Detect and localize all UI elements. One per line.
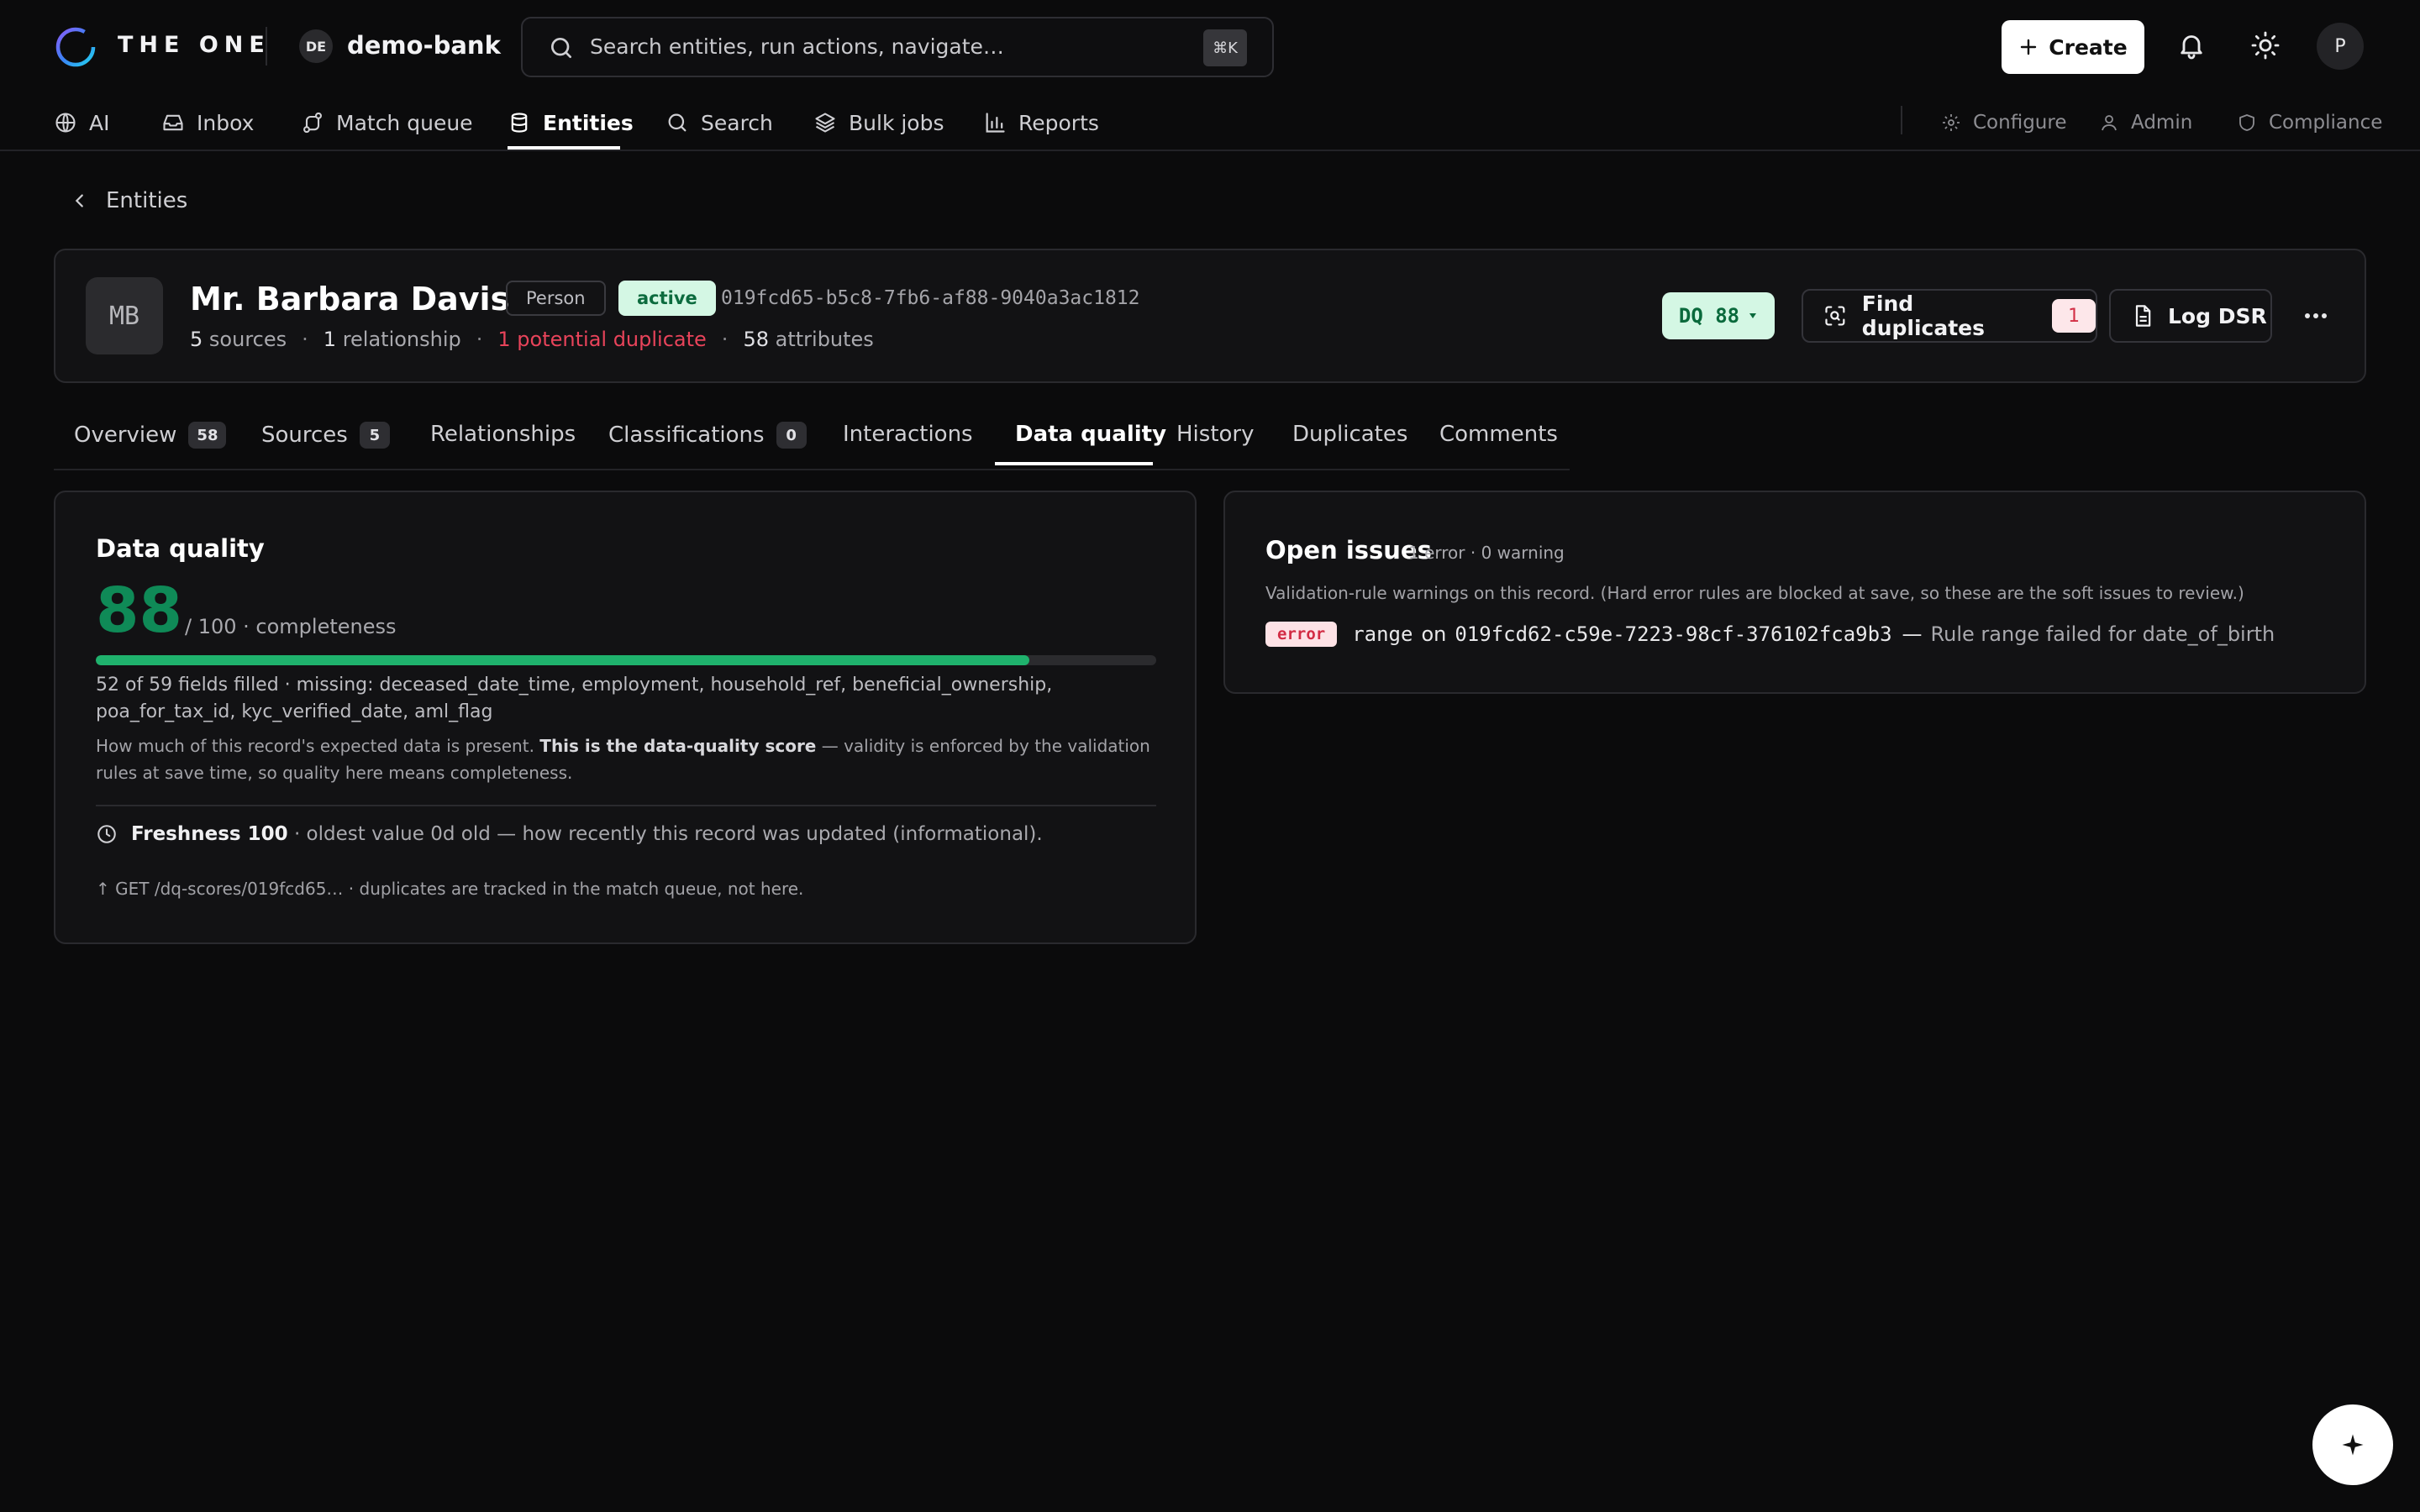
top-bar: THE ONE DE demo-bank Search entities, ru… (0, 0, 2420, 92)
nav-item-inbox[interactable]: Inbox (161, 106, 254, 139)
tab-duplicates[interactable]: Duplicates (1292, 422, 1407, 447)
entity-type-badge: Person (506, 281, 606, 316)
sparkle-icon (2342, 1434, 2364, 1456)
more-options-icon[interactable] (2304, 312, 2328, 319)
chevron-left-icon (75, 194, 83, 207)
divider (1901, 106, 1902, 134)
dq-description: How much of this record's expected data … (96, 736, 1150, 783)
entity-header-card: MB Mr. Barbara Davis Person active 019fc… (54, 249, 2366, 383)
nav-item-bulk-jobs[interactable]: Bulk jobs (813, 106, 944, 139)
rule-name: range (1352, 622, 1413, 646)
completeness-progress-bar (96, 655, 1156, 665)
card-title: Data quality (96, 534, 265, 563)
divider (266, 27, 267, 66)
entity-tabs: Overview 58 Sources 5 Relationships Classi… (54, 408, 1570, 470)
nav-active-indicator (508, 146, 620, 150)
tab-comments[interactable]: Comments (1439, 422, 1558, 447)
duplicate-count-badge: 1 (2052, 299, 2096, 333)
user-avatar[interactable]: P (2317, 23, 2364, 70)
global-search[interactable]: Search entities, run actions, navigate… … (521, 17, 1274, 77)
assistant-fab[interactable] (2312, 1404, 2393, 1485)
nav-item-ai[interactable]: AI (54, 106, 109, 139)
inbox-icon (163, 114, 183, 131)
potential-duplicate-link[interactable]: 1 potential duplicate (497, 328, 706, 351)
severity-badge: error (1265, 622, 1338, 647)
nav-item-reports[interactable]: Reports (983, 106, 1099, 139)
tab-classifications[interactable]: Classifications 0 (608, 422, 807, 449)
create-label: Create (2049, 34, 2128, 60)
tab-interactions[interactable]: Interactions (843, 422, 973, 447)
gear-icon (1943, 114, 1960, 131)
nav-item-configure[interactable]: Configure (1941, 106, 2066, 139)
completeness-progress-fill (96, 655, 1029, 665)
nav-item-admin[interactable]: Admin (2099, 106, 2192, 139)
sun-icon[interactable] (2250, 30, 2281, 60)
plus-icon (2021, 39, 2037, 55)
entity-name: Mr. Barbara Davis (190, 281, 510, 318)
open-issues-card: Open issues 1 error · 0 warning Validati… (1223, 491, 2366, 694)
search-input[interactable]: Search entities, run actions, navigate… (590, 34, 1004, 59)
dq-score-suffix: / 100 · completeness (185, 615, 397, 638)
entity-meta: 5 sources · 1 relationship · 1 potential… (190, 328, 874, 351)
search-icon (548, 34, 575, 61)
create-button[interactable]: Create (2002, 20, 2144, 74)
status-badge: active (618, 281, 716, 316)
tab-overview[interactable]: Overview 58 (74, 422, 227, 449)
shield-icon (2239, 114, 2254, 131)
data-quality-card: Data quality 88 / 100 · completeness 52 … (54, 491, 1197, 944)
card-title: Open issues (1265, 536, 1432, 564)
freshness-row: Freshness 100 · oldest value 0d old — ho… (96, 823, 1043, 845)
entity-id[interactable]: 019fcd65-b5c8-7fb6-af88-9040a3ac1812 (721, 287, 1140, 309)
search-icon (668, 113, 687, 132)
nav-item-match-queue[interactable]: Match queue (301, 106, 473, 139)
bar-chart-icon (986, 113, 1005, 133)
route-icon (303, 112, 322, 134)
log-dsr-button[interactable]: Log DSR (2109, 289, 2272, 343)
nav-item-search[interactable]: Search (666, 106, 773, 139)
workspace-badge[interactable]: DE (299, 29, 333, 63)
user-icon (2102, 115, 2117, 131)
logo-icon[interactable] (54, 25, 97, 69)
scan-search-icon (1825, 306, 1845, 326)
issue-count: 1 error · 0 warning (1408, 543, 1565, 563)
api-endpoint-note: ↑ GET /dq-scores/019fcd65… · duplicates … (96, 879, 804, 899)
brand-name: THE ONE (118, 32, 271, 58)
dq-score-value: 88 (96, 575, 182, 647)
issue-row[interactable]: error range on 019fcd62-c59e-7223-98cf-3… (1265, 622, 2275, 647)
layers-icon (815, 113, 835, 133)
database-icon (511, 113, 528, 133)
tab-sources[interactable]: Sources 5 (261, 422, 390, 449)
find-duplicates-button[interactable]: Find duplicates 1 (1802, 289, 2097, 343)
nav-item-entities[interactable]: Entities (508, 106, 634, 139)
caret-down-icon (1749, 313, 1757, 318)
dq-score-dropdown[interactable]: DQ 88 (1662, 292, 1775, 339)
clock-icon (97, 825, 116, 843)
issues-description: Validation-rule warnings on this record.… (1265, 583, 2244, 603)
tab-relationships[interactable]: Relationships (430, 422, 576, 447)
issue-target-id[interactable]: 019fcd62-c59e-7223-98cf-376102fca9b3 (1455, 622, 1891, 646)
issue-message: Rule range failed for date_of_birth (1930, 622, 2275, 646)
tab-data-quality[interactable]: Data quality (1015, 422, 1166, 447)
tab-history[interactable]: History (1176, 422, 1255, 447)
breadcrumb-back-label: Entities (106, 188, 188, 213)
entity-avatar: MB (86, 277, 163, 354)
shortcut-hint: ⌘K (1203, 29, 1247, 66)
dq-fields-summary: 52 of 59 fields filled · missing: deceas… (96, 675, 1053, 722)
bell-icon[interactable] (2176, 30, 2207, 60)
divider (96, 805, 1156, 806)
breadcrumb[interactable]: Entities (71, 188, 187, 213)
workspace-name[interactable]: demo-bank (347, 31, 501, 60)
main-nav: AI Inbox Match queue Entities Search Bul… (0, 92, 2420, 151)
nav-item-compliance[interactable]: Compliance (2237, 106, 2382, 139)
tab-active-indicator (995, 462, 1153, 465)
globe-icon (55, 113, 76, 133)
file-text-icon (2135, 305, 2151, 327)
